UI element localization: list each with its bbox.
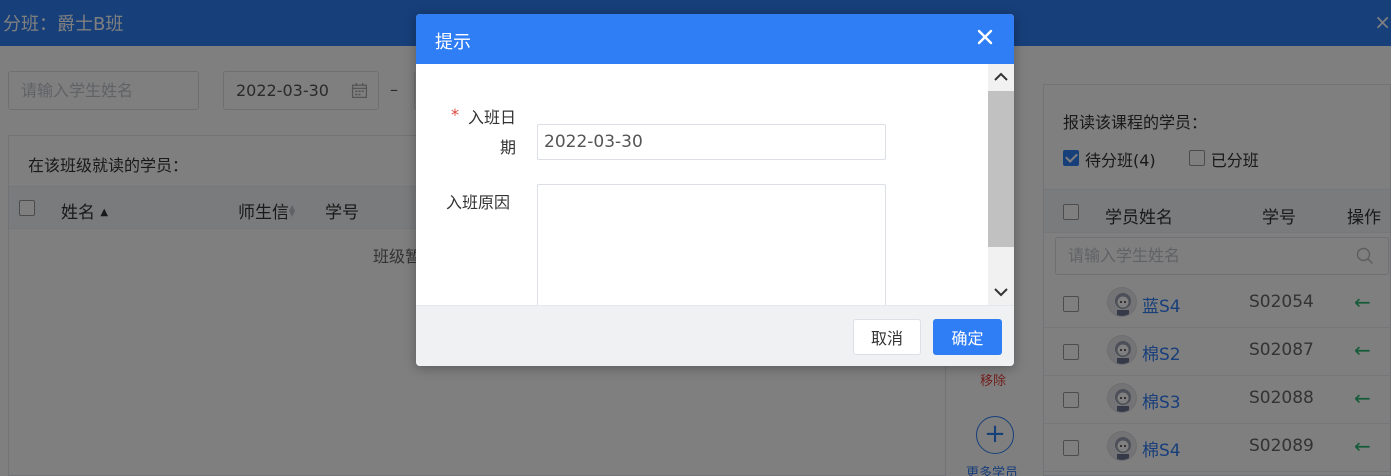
chevron-up-icon[interactable] (988, 64, 1014, 90)
required-indicator: * (451, 105, 459, 124)
cancel-button[interactable]: 取消 (853, 319, 921, 355)
enroll-reason-label: 入班原因 (446, 193, 511, 212)
dialog-footer: 取消 确定 (416, 305, 1014, 366)
enroll-date-label-line2: 期 (499, 138, 516, 157)
close-icon[interactable] (974, 26, 996, 48)
dialog-header: 提示 (416, 14, 1014, 64)
enroll-date-label: 入班日 期 (464, 103, 516, 163)
scrollbar-thumb[interactable] (988, 91, 1014, 247)
dialog-title: 提示 (435, 32, 471, 53)
enroll-reason-textarea[interactable] (537, 184, 886, 305)
enroll-date-label-line1: 入班日 (467, 108, 516, 127)
chevron-down-icon[interactable] (988, 279, 1014, 305)
confirm-button[interactable]: 确定 (933, 319, 1002, 355)
dialog-body: * 入班日 期 2022-03-30 入班原因 (416, 64, 988, 305)
enroll-date-input[interactable]: 2022-03-30 (537, 124, 886, 160)
dialog-scrollbar[interactable] (988, 64, 1014, 305)
prompt-dialog: 提示 * 入班日 期 2022-03-30 入班原因 取消 确定 (416, 14, 1014, 366)
